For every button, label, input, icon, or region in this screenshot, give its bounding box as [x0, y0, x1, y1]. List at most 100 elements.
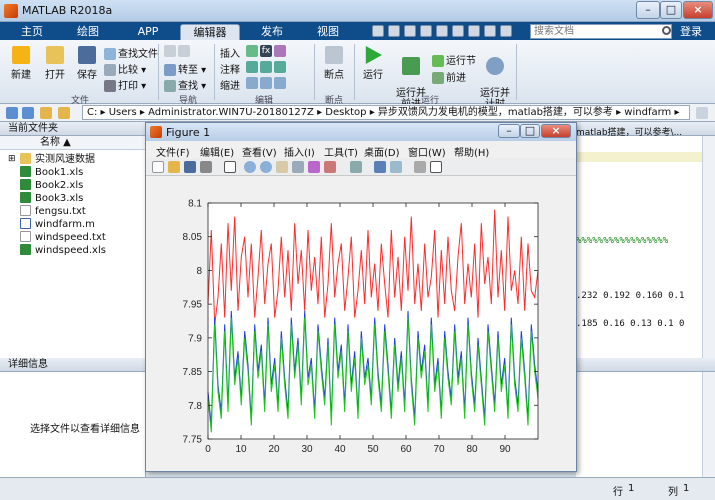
figure-close-button[interactable]: × — [541, 124, 571, 138]
insert-tools[interactable]: fx — [246, 45, 288, 57]
forward-icon[interactable] — [22, 107, 34, 119]
find-files-button[interactable]: 查找文件 — [104, 45, 158, 60]
save-button[interactable]: 保存 — [72, 46, 102, 81]
minimize-button[interactable]: – — [636, 1, 660, 19]
command-window-header — [576, 358, 715, 372]
figure-maximize-button[interactable]: □ — [520, 124, 540, 138]
hide-tools-icon[interactable] — [414, 161, 426, 173]
run-button[interactable]: 运行 — [358, 46, 388, 81]
name-column-header[interactable]: 名称 ▲ — [0, 136, 146, 150]
ribbon-separator — [158, 44, 159, 100]
quick-undo-icon[interactable] — [436, 25, 448, 37]
address-bar: C: ▸ Users ▸ Administrator.WIN7U-2018012… — [0, 104, 715, 122]
figure-minimize-button[interactable]: – — [498, 124, 520, 138]
comment-tools[interactable] — [246, 61, 288, 73]
advance-icon — [432, 72, 444, 84]
save-icon — [78, 46, 96, 64]
menu-tools[interactable]: 工具(T) — [324, 144, 358, 159]
zoom-out-icon[interactable] — [260, 161, 272, 173]
colorbar-icon[interactable] — [374, 161, 386, 173]
new-figure-icon[interactable] — [152, 161, 164, 173]
quick-save-icon[interactable] — [372, 25, 384, 37]
decrease-indent-icon — [274, 77, 286, 89]
quick-dropdown-icon[interactable] — [500, 25, 512, 37]
rotate-icon[interactable] — [292, 161, 304, 173]
menu-edit[interactable]: 编辑(E) — [200, 144, 234, 159]
list-item[interactable]: windfarm.m — [20, 218, 95, 230]
list-item[interactable]: 实测风速数据 — [20, 153, 95, 165]
browse-folder-icon[interactable] — [58, 107, 70, 119]
brush-icon[interactable] — [324, 161, 336, 173]
close-button[interactable]: × — [683, 1, 713, 19]
y-tick-label: 7.85 — [183, 367, 203, 378]
quick-paste-icon[interactable] — [420, 25, 432, 37]
ribbon-separator — [214, 44, 215, 100]
list-item[interactable]: fengsu.txt — [20, 205, 86, 217]
print-figure-icon[interactable] — [200, 161, 212, 173]
compare-button[interactable]: 比较 ▾ — [104, 61, 146, 76]
figure-window[interactable]: Figure 1 – □ × 文件(F) 编辑(E) 查看(V) 插入(I) 工… — [145, 122, 577, 472]
open-file-icon[interactable] — [168, 161, 180, 173]
editor-line: .185 0.16 0.13 0.1 0 — [576, 319, 685, 329]
up-folder-icon[interactable] — [40, 107, 52, 119]
menu-window[interactable]: 窗口(W) — [408, 144, 446, 159]
goto-button[interactable]: 转至 ▾ — [164, 61, 206, 76]
find-button[interactable]: 查找 ▾ — [164, 77, 206, 92]
run-and-time-button[interactable]: 运行并 计时 — [478, 46, 512, 110]
search-icon[interactable] — [662, 26, 671, 35]
tab-editor[interactable]: 编辑器 — [180, 24, 240, 40]
comment-button[interactable]: 注释 — [220, 61, 240, 76]
open-folder-icon — [46, 46, 64, 64]
line-label: 行 — [613, 487, 623, 498]
list-item[interactable]: windspeed.txt — [20, 231, 106, 243]
line-chart[interactable]: 0 10 20 30 40 50 60 70 80 90 7.75 7.8 7.85 7.9 7.95 8 8.… — [146, 177, 576, 471]
path-search-icon[interactable] — [696, 107, 708, 119]
back-icon[interactable] — [6, 107, 18, 119]
login-link[interactable]: 登录 — [680, 24, 702, 39]
run-section-button[interactable]: 运行节 — [432, 52, 476, 67]
zoom-in-icon[interactable] — [244, 161, 256, 173]
search-input[interactable]: 搜索文档 — [530, 24, 672, 39]
menu-view[interactable]: 查看(V) — [242, 144, 277, 159]
tab-apps[interactable]: APP — [124, 24, 172, 40]
insert-button[interactable]: 插入 — [220, 45, 240, 60]
breakpoints-button[interactable]: 断点 — [318, 46, 350, 81]
list-item[interactable]: Book1.xls — [20, 166, 83, 178]
tab-publish[interactable]: 发布 — [248, 24, 296, 40]
editor-scrollbar[interactable] — [702, 136, 715, 362]
folder-path[interactable]: C: ▸ Users ▸ Administrator.WIN7U-2018012… — [82, 105, 690, 120]
pointer-icon[interactable] — [224, 161, 236, 173]
command-scrollbar[interactable] — [702, 372, 715, 477]
quick-cut-icon[interactable] — [388, 25, 400, 37]
open-button[interactable]: 打开 — [40, 46, 70, 81]
expand-icon[interactable]: ⊞ — [8, 153, 16, 165]
legend-icon[interactable] — [390, 161, 402, 173]
save-figure-icon[interactable] — [184, 161, 196, 173]
menu-file[interactable]: 文件(F) — [156, 144, 190, 159]
data-cursor-icon[interactable] — [308, 161, 320, 173]
maximize-button[interactable]: □ — [660, 1, 682, 19]
indent-button[interactable]: 缩进 — [220, 77, 240, 92]
quick-switch-icon[interactable] — [468, 25, 480, 37]
forward-disabled-icon — [178, 45, 190, 57]
quick-redo-icon[interactable] — [452, 25, 464, 37]
list-item[interactable]: windspeed.xls — [20, 244, 106, 256]
menu-help[interactable]: 帮助(H) — [454, 144, 489, 159]
pan-icon[interactable] — [276, 161, 288, 173]
new-button[interactable]: 新建 — [6, 46, 36, 81]
quick-copy-icon[interactable] — [404, 25, 416, 37]
tab-plots[interactable]: 绘图 — [64, 24, 112, 40]
quick-help-icon[interactable] — [484, 25, 496, 37]
list-item[interactable]: Book3.xls — [20, 192, 83, 204]
advance-button[interactable]: 前进 — [432, 69, 466, 84]
menu-desktop[interactable]: 桌面(D) — [364, 144, 400, 159]
print-button[interactable]: 打印 ▾ — [104, 77, 146, 92]
link-plot-icon[interactable] — [350, 161, 362, 173]
tab-home[interactable]: 主页 — [10, 24, 54, 40]
menu-insert[interactable]: 插入(I) — [284, 144, 315, 159]
indent-tools[interactable] — [246, 77, 288, 89]
list-item[interactable]: Book2.xls — [20, 179, 83, 191]
column-label: 列 — [668, 487, 678, 498]
show-tools-icon[interactable] — [430, 161, 442, 173]
tab-view[interactable]: 视图 — [304, 24, 352, 40]
